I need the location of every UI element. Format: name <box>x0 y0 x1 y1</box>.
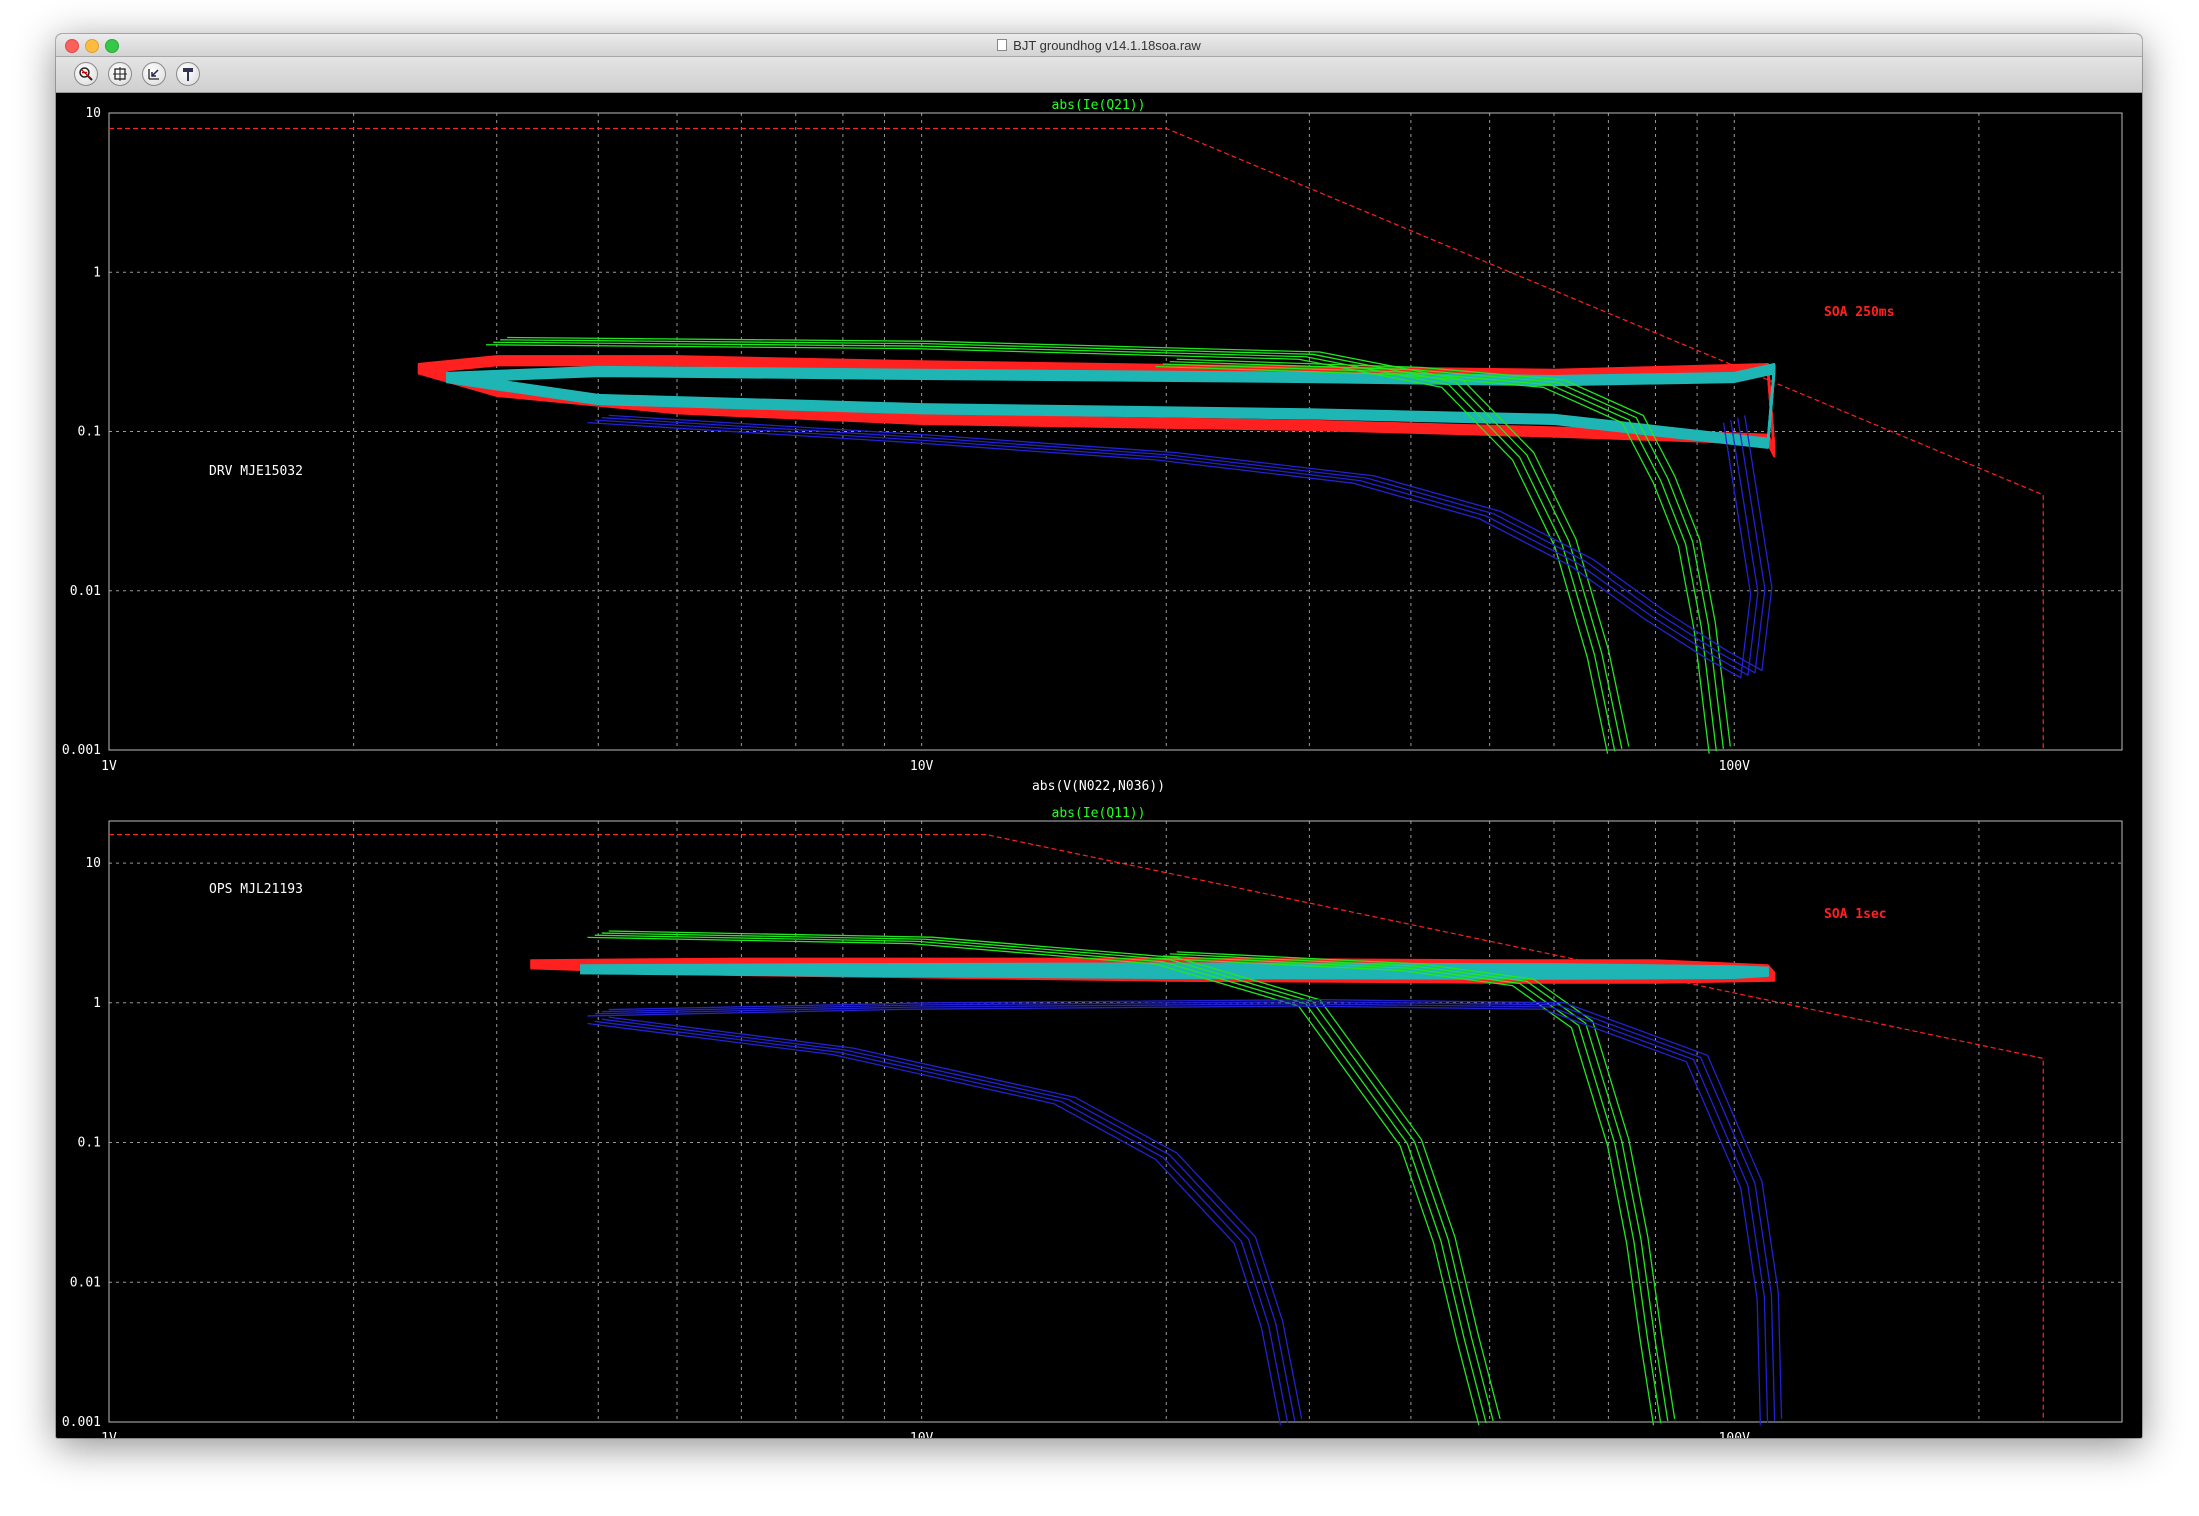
trace-blue <box>587 1022 1282 1426</box>
plot-canvas[interactable]: 1010.10.010.0011V 10V 100Vabs(Ie(Q21))abs(… <box>56 93 2142 1438</box>
trace-blue <box>601 1018 1296 1422</box>
pane-bottom[interactable]: 1010.10.010.0011V10V100Vabs(Ie(Q11))abs(… <box>62 806 2123 1438</box>
y-tick-label: 0.1 <box>78 425 101 440</box>
trace-green <box>1155 957 1655 1426</box>
zoom-extents-icon <box>113 67 127 81</box>
autorange-button[interactable] <box>176 62 200 86</box>
trace-blue <box>601 417 1766 674</box>
device-annotation: OPS MJL21193 <box>209 882 303 897</box>
plot-frame <box>108 820 2123 1423</box>
y-tick-label: 0.001 <box>62 1415 101 1430</box>
x-tick-label: 10V <box>910 759 934 774</box>
hammer-icon <box>183 68 193 81</box>
window-title: BJT groundhog v14.1.18soa.raw <box>1013 37 1201 53</box>
zoom-back-icon <box>148 69 159 80</box>
y-tick-label: 0.01 <box>70 1275 101 1290</box>
y-tick-label: 10 <box>85 856 101 871</box>
waveform-viewer-window: BJT groundhog v14.1.18soa.raw 10 1 0.1 0… <box>56 34 2142 1438</box>
y-tick-label: 0.1 <box>78 1136 101 1151</box>
trace-green <box>1176 951 1676 1419</box>
zoom-full-button[interactable] <box>108 62 132 86</box>
title-bar[interactable]: BJT groundhog v14.1.18soa.raw <box>56 34 2142 57</box>
y-tick-label: 1 <box>93 265 101 280</box>
x-axis-label: abs(V(N022,N036)) <box>1032 779 1165 794</box>
trace-blue <box>594 1020 1289 1424</box>
x-tick-label: 100V <box>1719 1431 1750 1438</box>
trace-blue <box>594 419 1759 676</box>
soa-limit-line <box>109 833 2044 1422</box>
x-tick-label: 1V <box>101 1431 117 1438</box>
x-tick-label: 1V <box>101 759 117 774</box>
y-tick-label: 0.01 <box>70 584 101 599</box>
trace-title: abs(Ie(Q11)) <box>1052 806 1146 821</box>
zoom-out-button[interactable] <box>74 62 98 86</box>
y-tick-label: 0.001 <box>62 743 101 758</box>
trace-blue <box>608 414 1773 672</box>
x-tick-label: 10V <box>910 1431 934 1438</box>
toolbar <box>56 57 2142 93</box>
zoom-out-icon <box>79 67 93 81</box>
plot-area[interactable]: 10 1 0.1 0.01 0.001 1V 10V 100V abs(Ie(Q21)) abs(… <box>56 93 2142 1438</box>
document-icon <box>997 39 1008 51</box>
x-tick-label: 100V <box>1719 759 1750 774</box>
zoom-back-button[interactable] <box>142 62 166 86</box>
y-tick-label: 1 <box>93 996 101 1011</box>
pane-top[interactable]: 10 1 0.1 0.01 0.0011V 10V 100V abs(Ie(Q21)) abs(… <box>62 98 2123 794</box>
device-annotation: DRV MJE15032 <box>209 464 303 479</box>
soa-annotation: SOA 1sec <box>1824 907 1887 922</box>
y-tick-label: 10 <box>85 106 101 121</box>
soa-annotation: SOA 250ms <box>1824 305 1894 320</box>
trace-title: abs(Ie(Q21)) <box>1052 98 1146 113</box>
